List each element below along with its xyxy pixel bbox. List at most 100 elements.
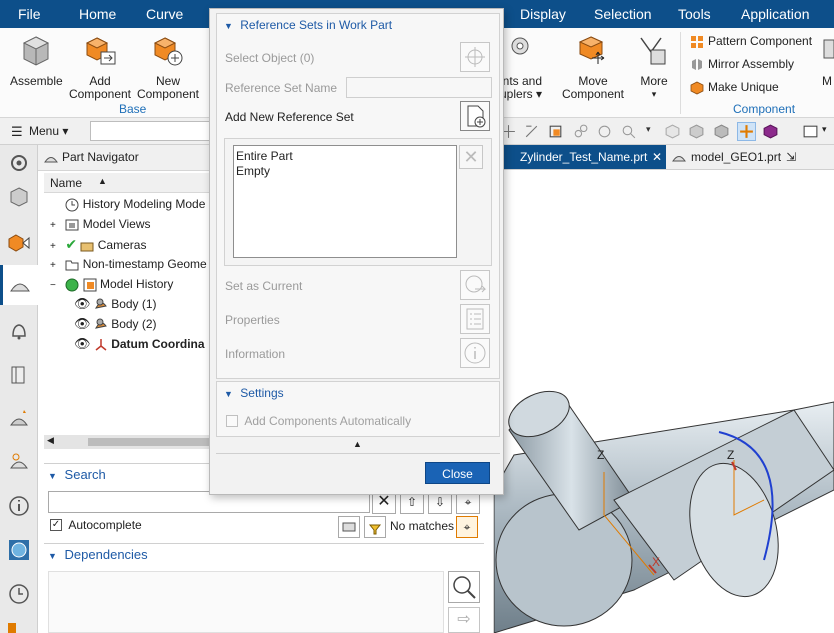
cube-shaded-icon[interactable] bbox=[688, 123, 705, 140]
truncated-ribbon-button[interactable]: M bbox=[822, 34, 834, 88]
menu-application[interactable]: Application bbox=[741, 0, 810, 28]
dependencies-section-header[interactable]: ▼ Dependencies bbox=[48, 547, 148, 562]
tab-zylinder-test[interactable]: Zylinder_Test_Name.prt ✕ bbox=[504, 145, 666, 169]
constraint-navigator-icon[interactable] bbox=[7, 231, 31, 255]
expand-icon[interactable]: + bbox=[50, 256, 62, 276]
joints-label-2: uplers ▾ bbox=[500, 87, 543, 101]
joints-couplers-button[interactable]: ints and uplers ▾ bbox=[500, 34, 554, 101]
roles-icon[interactable] bbox=[7, 450, 31, 474]
eye-visible-icon[interactable]: 👁 bbox=[74, 296, 91, 311]
autocomplete-checkbox[interactable]: ✓ Autocomplete bbox=[50, 517, 142, 532]
reuse-library-icon[interactable] bbox=[7, 363, 31, 387]
command-finder-input[interactable] bbox=[90, 121, 212, 141]
list-item-entire-part[interactable]: Entire Part bbox=[236, 149, 293, 163]
more-icon bbox=[640, 37, 666, 65]
hd3d-tools-icon[interactable] bbox=[7, 407, 31, 431]
tab-model-geo1[interactable]: model_GEO1.prt ⇲ bbox=[670, 145, 800, 169]
gear-icon[interactable] bbox=[7, 151, 31, 175]
tree-row-model-views[interactable]: + Model Views bbox=[50, 214, 151, 234]
settings-cog-icon[interactable] bbox=[596, 123, 613, 140]
more-button[interactable]: More ▾ bbox=[634, 34, 674, 101]
3d-model-view[interactable] bbox=[494, 170, 834, 633]
checkbox-checked-icon[interactable]: ✓ bbox=[50, 518, 62, 531]
more-dropdown-icon[interactable]: ▾ bbox=[634, 88, 674, 101]
pattern-component-button[interactable]: Pattern Component bbox=[690, 32, 812, 50]
joints-icon bbox=[511, 37, 529, 55]
snap-point-icon[interactable] bbox=[523, 123, 540, 140]
search-section-header[interactable]: ▼ Search bbox=[48, 467, 106, 482]
filter-icon[interactable] bbox=[620, 123, 637, 140]
menu-tools[interactable]: Tools bbox=[678, 0, 711, 28]
tree-row-history-mode[interactable]: History Modeling Mode bbox=[50, 194, 205, 214]
navigator-tree: History Modeling Mode + Model Views + ✔ … bbox=[44, 194, 219, 434]
select-object-button[interactable] bbox=[460, 42, 490, 72]
list-item-empty[interactable]: Empty bbox=[236, 164, 270, 178]
web-browser-icon[interactable] bbox=[7, 538, 31, 562]
menu-selection[interactable]: Selection bbox=[594, 0, 652, 28]
scrollbar-thumb[interactable] bbox=[88, 438, 210, 446]
truncated-resource-icon[interactable] bbox=[8, 623, 16, 633]
menu-hamburger-icon[interactable]: ☰ bbox=[11, 124, 23, 140]
assemble-button[interactable]: Assemble bbox=[10, 34, 63, 88]
tree-row-model-history[interactable]: − Model History bbox=[50, 274, 173, 294]
add-component-button[interactable]: Add Component bbox=[68, 34, 132, 101]
assembly-navigator-icon[interactable] bbox=[7, 185, 31, 209]
link-icon[interactable] bbox=[572, 123, 589, 140]
component-select-icon[interactable] bbox=[547, 123, 564, 140]
cube-view-icon[interactable] bbox=[664, 123, 681, 140]
menu-curve[interactable]: Curve bbox=[146, 0, 183, 28]
reference-set-name-input[interactable] bbox=[346, 77, 492, 98]
menu-home[interactable]: Home bbox=[79, 0, 116, 28]
window-icon[interactable] bbox=[802, 123, 819, 140]
dependencies-next-button[interactable]: ⇨ bbox=[448, 607, 480, 633]
info-icon[interactable] bbox=[7, 494, 31, 518]
new-component-button[interactable]: New Component bbox=[136, 34, 200, 101]
csys-icon[interactable] bbox=[737, 122, 756, 141]
reference-sets-header[interactable]: ▼ Reference Sets in Work Part bbox=[224, 18, 392, 32]
information-button[interactable] bbox=[460, 338, 490, 368]
part-navigator-tab[interactable] bbox=[0, 265, 38, 305]
add-components-auto-checkbox[interactable]: Add Components Automatically bbox=[226, 413, 411, 428]
close-tab-icon[interactable]: ✕ bbox=[652, 145, 662, 169]
window-dropdown-icon[interactable]: ▾ bbox=[822, 124, 827, 135]
folder-icon bbox=[65, 260, 79, 271]
name-column-header[interactable]: Name ▲ bbox=[44, 173, 219, 193]
open-external-icon[interactable]: ⇲ bbox=[786, 145, 796, 169]
history-clock-icon[interactable] bbox=[7, 582, 31, 606]
properties-button[interactable] bbox=[460, 304, 490, 334]
cube-grey-icon[interactable] bbox=[713, 123, 730, 140]
tree-row-body-2[interactable]: 👁 Body (2) bbox=[74, 314, 157, 334]
cube-purple-icon[interactable] bbox=[762, 123, 779, 140]
set-as-current-button[interactable] bbox=[460, 270, 490, 300]
tree-row-cameras[interactable]: + ✔ Cameras bbox=[50, 234, 146, 254]
make-unique-button[interactable]: Make Unique bbox=[690, 78, 779, 96]
match-locate-button[interactable]: ⌖ bbox=[456, 516, 478, 538]
menu-dropdown-button[interactable]: Menu ▾ bbox=[29, 124, 68, 138]
close-button[interactable]: Close bbox=[425, 462, 490, 484]
delete-reference-set-button[interactable]: ✕ bbox=[459, 145, 483, 169]
tree-row-body-1[interactable]: 👁 Body (1) bbox=[74, 294, 157, 314]
settings-header[interactable]: ▼ Settings bbox=[224, 386, 284, 400]
add-new-reference-set-button[interactable] bbox=[460, 101, 490, 131]
dialog-expand-icon[interactable]: ▲ bbox=[353, 439, 362, 449]
mirror-assembly-button[interactable]: Mirror Assembly bbox=[690, 55, 794, 73]
scroll-left-icon[interactable]: ◀ bbox=[47, 435, 54, 446]
checkbox-unchecked-icon[interactable] bbox=[226, 414, 238, 427]
search-options-button[interactable] bbox=[338, 516, 360, 538]
add-filter-button[interactable] bbox=[364, 516, 386, 538]
eye-visible-icon[interactable]: 👁 bbox=[74, 316, 91, 331]
horizontal-scrollbar[interactable]: ◀ bbox=[44, 435, 219, 449]
eye-visible-icon[interactable]: 👁 bbox=[74, 336, 91, 351]
move-component-button[interactable]: Move Component bbox=[560, 34, 626, 101]
collapse-icon[interactable]: − bbox=[50, 276, 62, 296]
bell-icon[interactable] bbox=[7, 319, 31, 343]
tree-row-non-timestamp[interactable]: + Non-timestamp Geome bbox=[50, 254, 207, 274]
menu-file[interactable]: File bbox=[18, 0, 41, 28]
toolbar-dropdown-icon[interactable]: ▾ bbox=[646, 124, 651, 135]
dependencies-search-button[interactable] bbox=[448, 571, 480, 603]
expand-icon[interactable]: + bbox=[50, 216, 62, 236]
divider bbox=[44, 543, 484, 544]
reference-set-list[interactable]: Entire Part Empty bbox=[233, 145, 457, 258]
menu-display[interactable]: Display bbox=[520, 0, 566, 28]
tree-row-datum-csys[interactable]: 👁 Datum Coordina bbox=[74, 334, 205, 354]
